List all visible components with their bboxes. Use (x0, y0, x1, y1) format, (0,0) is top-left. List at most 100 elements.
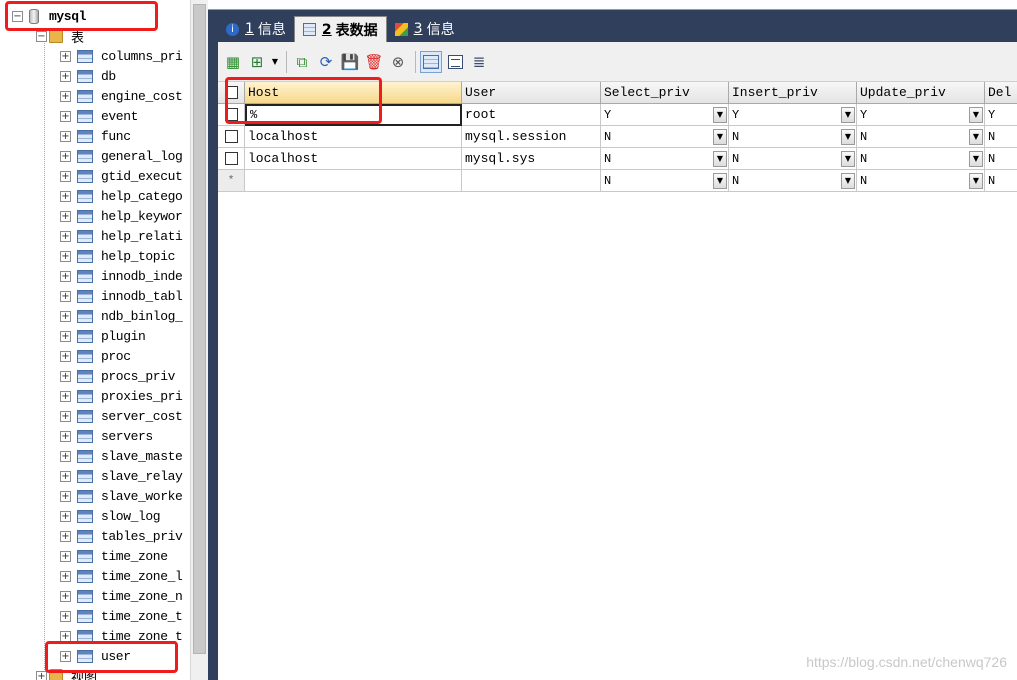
cell-host[interactable]: localhost (245, 126, 462, 148)
expand-icon[interactable]: + (60, 250, 71, 262)
cell-update-priv[interactable]: Y ▼ (857, 104, 985, 126)
form-view-button[interactable] (444, 51, 466, 73)
dropdown-icon[interactable]: ▼ (969, 128, 983, 145)
tree-item-table[interactable]: + proc (60, 346, 131, 366)
tree-item-table[interactable]: + ndb_binlog_ (60, 306, 183, 326)
expand-icon[interactable]: + (60, 530, 71, 542)
row-checkbox[interactable] (224, 130, 238, 143)
cell-delete-priv[interactable]: N (985, 148, 1017, 170)
text-view-button[interactable]: ≣ (468, 51, 490, 73)
expand-icon[interactable]: + (60, 150, 71, 162)
tree-item-table[interactable]: + time_zone_l (60, 566, 183, 586)
tree-item-table[interactable]: + engine_cost (60, 86, 183, 106)
dropdown-icon[interactable]: ▼ (713, 106, 727, 123)
tab-info-3[interactable]: 3 信息 (387, 16, 463, 42)
cell-insert-priv[interactable]: Y ▼ (729, 104, 857, 126)
tree-item-table[interactable]: + db (60, 66, 116, 86)
row-select-cell[interactable] (218, 148, 245, 170)
tree-item-table[interactable]: + innodb_tabl (60, 286, 183, 306)
cell-insert-priv[interactable]: N ▼ (729, 170, 857, 192)
tree-item-table[interactable]: + help_catego (60, 186, 183, 206)
tree-item-table[interactable]: + time_zone_t (60, 606, 183, 626)
dropdown-icon[interactable]: ▼ (969, 150, 983, 167)
expand-icon[interactable]: + (60, 290, 71, 302)
tree-item-table[interactable]: + time_zone_n (60, 586, 183, 606)
table-row[interactable]: localhost mysql.session N ▼ N ▼ N ▼ N (218, 126, 1017, 148)
duplicate-row-button[interactable]: ⧉ (291, 51, 313, 73)
tree-item-table[interactable]: + slave_relay (60, 466, 183, 486)
tree-item-table[interactable]: + procs_priv (60, 366, 175, 386)
expand-icon[interactable]: + (60, 450, 71, 462)
tree-item-table[interactable]: + general_log (60, 146, 183, 166)
tree-item-table[interactable]: + columns_pri (60, 46, 183, 66)
dropdown-icon[interactable]: ▼ (969, 172, 983, 189)
expand-icon[interactable]: + (60, 390, 71, 402)
expand-icon[interactable]: + (60, 510, 71, 522)
tree-item-table[interactable]: + func (60, 126, 131, 146)
cell-user[interactable]: root (462, 104, 601, 126)
cell-update-priv[interactable]: N ▼ (857, 170, 985, 192)
column-header-insert-priv[interactable]: Insert_priv (729, 82, 857, 104)
add-row-button[interactable]: ▦ (222, 51, 244, 73)
delete-row-icon[interactable]: 🗑 (363, 51, 385, 73)
cell-user[interactable]: mysql.session (462, 126, 601, 148)
cell-host[interactable] (245, 170, 462, 192)
cell-user[interactable]: mysql.sys (462, 148, 601, 170)
column-header-delete-priv[interactable]: Del (985, 82, 1017, 104)
row-checkbox[interactable] (224, 152, 238, 165)
column-header-update-priv[interactable]: Update_priv (857, 82, 985, 104)
refresh-button[interactable]: ⟳ (315, 51, 337, 73)
dropdown-icon[interactable]: ▼ (713, 150, 727, 167)
tree-item-table[interactable]: + slave_maste (60, 446, 183, 466)
cell-insert-priv[interactable]: N ▼ (729, 148, 857, 170)
expand-icon[interactable]: + (60, 570, 71, 582)
tree-item-table[interactable]: + plugin (60, 326, 146, 346)
column-header-select-priv[interactable]: Select_priv (601, 82, 729, 104)
tree-item-table[interactable]: + help_relati (60, 226, 183, 246)
expand-icon[interactable]: + (60, 470, 71, 482)
tree-item-table[interactable]: + help_keywor (60, 206, 183, 226)
expand-icon[interactable]: + (60, 170, 71, 182)
expand-icon[interactable]: + (60, 490, 71, 502)
expand-icon[interactable]: + (60, 430, 71, 442)
tree-item-table[interactable]: + slave_worke (60, 486, 183, 506)
column-header-user[interactable]: User (462, 82, 601, 104)
expand-icon[interactable]: + (60, 210, 71, 222)
expand-icon[interactable]: + (60, 310, 71, 322)
tree-item-table[interactable]: + innodb_inde (60, 266, 183, 286)
tree-item-table[interactable]: + gtid_execut (60, 166, 183, 186)
cell-user[interactable] (462, 170, 601, 192)
expand-icon[interactable]: + (60, 190, 71, 202)
save-icon[interactable]: 💾 (339, 51, 361, 73)
expand-icon[interactable]: + (60, 550, 71, 562)
expand-icon[interactable]: + (60, 410, 71, 422)
tree-scrollbar[interactable] (190, 0, 208, 680)
dropdown-icon[interactable]: ▼ (841, 172, 855, 189)
expand-icon[interactable]: + (60, 110, 71, 122)
cell-select-priv[interactable]: N ▼ (601, 126, 729, 148)
tree-item-table[interactable]: + slow_log (60, 506, 161, 526)
cell-update-priv[interactable]: N ▼ (857, 148, 985, 170)
expand-icon[interactable]: + (60, 370, 71, 382)
expand-icon[interactable]: + (60, 630, 71, 642)
row-select-cell[interactable] (218, 126, 245, 148)
tree-item-table[interactable]: + proxies_pri (60, 386, 183, 406)
tab-table-data[interactable]: 2 表数据 (293, 16, 387, 42)
new-row[interactable]: * N ▼ N ▼ N ▼ N (218, 170, 1017, 192)
cell-delete-priv[interactable]: N (985, 126, 1017, 148)
cell-delete-priv[interactable]: N (985, 170, 1017, 192)
expand-icon[interactable]: + (60, 70, 71, 82)
expand-icon[interactable]: + (60, 90, 71, 102)
cell-host[interactable]: localhost (245, 148, 462, 170)
cell-insert-priv[interactable]: N ▼ (729, 126, 857, 148)
cell-update-priv[interactable]: N ▼ (857, 126, 985, 148)
expand-icon[interactable]: + (60, 270, 71, 282)
cell-select-priv[interactable]: Y ▼ (601, 104, 729, 126)
grid-view-button[interactable] (420, 50, 442, 73)
collapse-icon[interactable]: − (36, 30, 47, 42)
expand-icon[interactable]: + (60, 590, 71, 602)
cell-select-priv[interactable]: N ▼ (601, 148, 729, 170)
expand-icon[interactable]: + (60, 610, 71, 622)
expand-icon[interactable]: + (60, 130, 71, 142)
dropdown-icon[interactable]: ▼ (841, 128, 855, 145)
